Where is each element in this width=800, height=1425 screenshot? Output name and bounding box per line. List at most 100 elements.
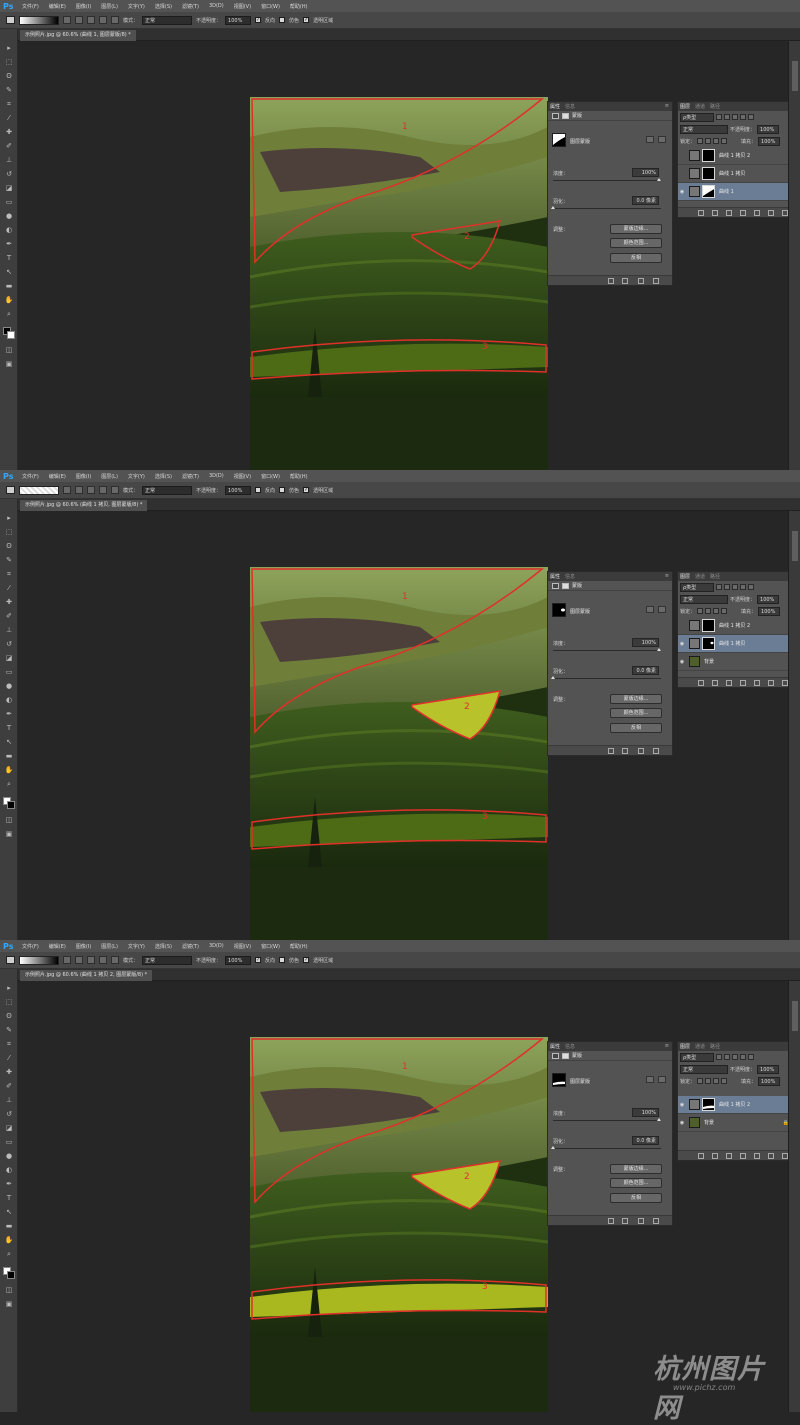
filter-smart-icon[interactable] xyxy=(748,114,754,120)
adjustment-icon[interactable] xyxy=(552,112,559,119)
apply-mask-icon[interactable] xyxy=(622,278,628,284)
visibility-icon[interactable] xyxy=(638,278,644,284)
filter-smart-icon[interactable] xyxy=(748,1054,754,1060)
layer-kind-filter[interactable]: ρ类型 xyxy=(680,1052,714,1062)
eye-icon[interactable]: ◉ xyxy=(678,641,686,647)
invert-button[interactable]: 反相 xyxy=(610,1193,662,1203)
blend-mode-dropdown[interactable]: 正常 xyxy=(680,594,728,604)
quick-mask-icon[interactable]: ◫ xyxy=(4,345,14,356)
layer-row[interactable]: 曲线 1 拷贝 2 xyxy=(678,617,797,635)
pen-tool-icon[interactable]: ✒ xyxy=(4,239,14,250)
density-slider[interactable] xyxy=(553,648,661,651)
new-layer-icon[interactable] xyxy=(768,210,774,216)
new-group-icon[interactable] xyxy=(754,680,760,686)
eraser-tool-icon[interactable]: ◪ xyxy=(4,653,14,664)
blur-tool-icon[interactable]: ● xyxy=(4,681,14,692)
blur-tool-icon[interactable]: ● xyxy=(4,211,14,222)
lasso-tool-icon[interactable]: ʘ xyxy=(4,541,14,552)
diamond-gradient-button[interactable] xyxy=(111,486,119,494)
lock-all-icon[interactable] xyxy=(721,1078,728,1084)
lock-transparent-icon[interactable] xyxy=(697,138,704,144)
zoom-tool-icon[interactable]: ⌕ xyxy=(4,1249,14,1260)
blend-mode-dropdown[interactable]: 正常 xyxy=(680,124,728,134)
tab-channels[interactable]: 通道 xyxy=(695,1043,705,1050)
dodge-tool-icon[interactable]: ◐ xyxy=(4,695,14,706)
angle-gradient-button[interactable] xyxy=(87,16,95,24)
eyedropper-tool-icon[interactable]: ⁄ xyxy=(4,583,14,594)
linear-gradient-button[interactable] xyxy=(63,486,71,494)
radial-gradient-button[interactable] xyxy=(75,956,83,964)
move-tool-icon[interactable]: ▸ xyxy=(4,513,14,524)
layer-mask-thumbnail[interactable] xyxy=(702,185,715,198)
menu-file[interactable]: 文件(F) xyxy=(22,3,39,10)
lock-transparent-icon[interactable] xyxy=(697,608,704,614)
filter-shape-icon[interactable] xyxy=(740,114,746,120)
layer-row-selected[interactable]: ◉ 曲线 1 拷贝 xyxy=(678,635,797,653)
brush-tool-icon[interactable]: ✐ xyxy=(4,1081,14,1092)
gradient-tool-icon[interactable] xyxy=(6,16,15,24)
mask-edge-button[interactable]: 蒙版边缘... xyxy=(610,694,662,704)
tab-channels[interactable]: 通道 xyxy=(695,573,705,580)
add-mask-icon[interactable] xyxy=(726,1153,732,1159)
heal-tool-icon[interactable]: ✚ xyxy=(4,127,14,138)
tab-paths[interactable]: 路径 xyxy=(710,103,720,110)
eye-icon[interactable]: ◉ xyxy=(678,659,686,665)
color-swatches[interactable] xyxy=(3,797,15,809)
menu-edit[interactable]: 编辑(E) xyxy=(49,943,66,950)
history-brush-tool-icon[interactable]: ↺ xyxy=(4,639,14,650)
shape-tool-icon[interactable]: ▬ xyxy=(4,1221,14,1232)
crop-tool-icon[interactable]: ⌗ xyxy=(4,99,14,110)
vector-mask-icon[interactable] xyxy=(658,136,666,143)
menu-help[interactable]: 帮助(H) xyxy=(290,473,308,480)
layer-mask-thumbnail[interactable] xyxy=(702,1098,715,1111)
filter-adjust-icon[interactable] xyxy=(724,1054,730,1060)
adjustment-icon[interactable] xyxy=(552,1052,559,1059)
menu-image[interactable]: 图像(I) xyxy=(76,3,91,10)
eraser-tool-icon[interactable]: ◪ xyxy=(4,183,14,194)
menu-image[interactable]: 图像(I) xyxy=(76,943,91,950)
menu-select[interactable]: 选择(S) xyxy=(155,3,172,10)
mask-edge-button[interactable]: 蒙版边缘... xyxy=(610,1164,662,1174)
fx-icon[interactable] xyxy=(712,680,718,686)
invert-button[interactable]: 反相 xyxy=(610,253,662,263)
panel-menu-icon[interactable]: ≡ xyxy=(665,103,669,109)
transparency-checkbox[interactable]: ✓ xyxy=(303,487,310,493)
mask-icon[interactable] xyxy=(562,582,569,589)
gradient-tool-icon[interactable] xyxy=(6,956,15,964)
mode-dropdown[interactable]: 正常 xyxy=(142,485,193,495)
hand-tool-icon[interactable]: ✋ xyxy=(4,295,14,306)
shape-tool-icon[interactable]: ▬ xyxy=(4,751,14,762)
tab-info[interactable]: 信息 xyxy=(565,1043,575,1050)
path-select-tool-icon[interactable]: ↖ xyxy=(4,737,14,748)
transparency-checkbox[interactable]: ✓ xyxy=(303,957,310,963)
layer-row[interactable]: 曲线 1 拷贝 xyxy=(678,165,797,183)
menu-window[interactable]: 窗口(W) xyxy=(261,473,280,480)
menu-view[interactable]: 视图(V) xyxy=(234,3,251,10)
tab-paths[interactable]: 路径 xyxy=(710,573,720,580)
reverse-checkbox[interactable]: ✓ xyxy=(255,17,262,23)
layer-row[interactable]: ◉ 背景 🔒 xyxy=(678,1114,797,1132)
filter-pixel-icon[interactable] xyxy=(716,114,722,120)
lock-position-icon[interactable] xyxy=(713,608,720,614)
document-tab[interactable]: 示例照片.jpg @ 60.6% (曲线 1, 图层蒙版/8) * xyxy=(20,30,136,41)
lock-pixels-icon[interactable] xyxy=(705,138,712,144)
gradient-tool-icon[interactable]: ▭ xyxy=(4,197,14,208)
feather-slider[interactable] xyxy=(551,1146,661,1149)
diamond-gradient-button[interactable] xyxy=(111,16,119,24)
right-dock[interactable] xyxy=(788,981,800,1412)
image-canvas[interactable]: 1 2 3 xyxy=(250,567,548,940)
menu-select[interactable]: 选择(S) xyxy=(155,943,172,950)
vector-mask-icon[interactable] xyxy=(658,606,666,613)
move-tool-icon[interactable]: ▸ xyxy=(4,983,14,994)
density-field[interactable]: 100% xyxy=(632,168,659,177)
menu-layer[interactable]: 图层(L) xyxy=(101,3,118,10)
tab-info[interactable]: 信息 xyxy=(565,103,575,110)
filter-pixel-icon[interactable] xyxy=(716,584,722,590)
menu-view[interactable]: 视图(V) xyxy=(234,473,251,480)
menu-3d[interactable]: 3D(D) xyxy=(209,943,224,949)
stamp-tool-icon[interactable]: ⊥ xyxy=(4,625,14,636)
marquee-tool-icon[interactable]: ⬚ xyxy=(4,527,14,538)
quick-select-tool-icon[interactable]: ✎ xyxy=(4,85,14,96)
color-range-button[interactable]: 颜色范围... xyxy=(610,238,662,248)
angle-gradient-button[interactable] xyxy=(87,956,95,964)
